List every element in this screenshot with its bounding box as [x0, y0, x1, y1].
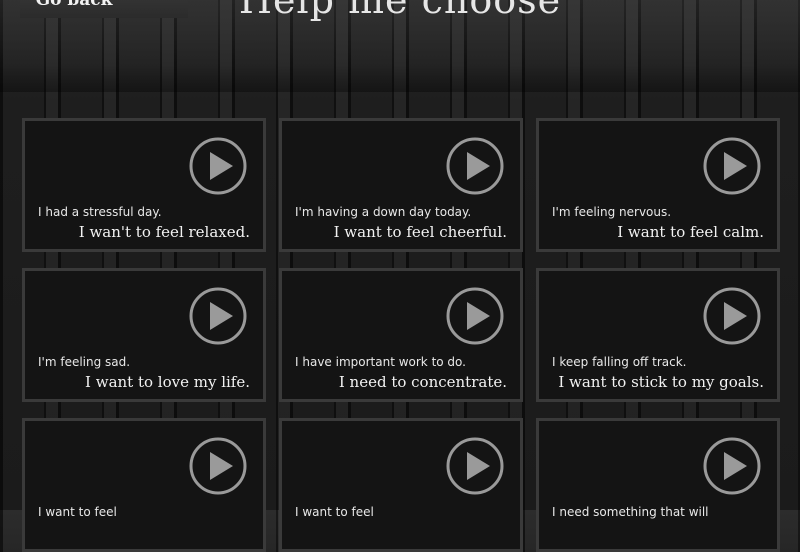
- choice-grid: I had a stressful day. I wan't to feel r…: [22, 118, 780, 552]
- play-icon[interactable]: [703, 137, 761, 195]
- card-situation: I have important work to do.: [295, 355, 466, 369]
- card-situation: I'm having a down day today.: [295, 205, 472, 219]
- choice-card[interactable]: I'm feeling sad. I want to love my life.: [22, 268, 266, 402]
- card-situation: I want to feel: [295, 505, 374, 519]
- card-situation: I'm feeling nervous.: [552, 205, 672, 219]
- card-goal: I want to stick to my goals.: [558, 373, 764, 391]
- choice-card[interactable]: I had a stressful day. I wan't to feel r…: [22, 118, 266, 252]
- choice-card[interactable]: I keep falling off track. I want to stic…: [536, 268, 780, 402]
- card-goal: I wan't to feel relaxed.: [78, 223, 250, 241]
- play-icon[interactable]: [446, 437, 504, 495]
- play-icon[interactable]: [189, 137, 247, 195]
- card-goal: I want to feel calm.: [617, 223, 764, 241]
- card-situation: I'm feeling sad.: [38, 355, 131, 369]
- play-icon[interactable]: [189, 437, 247, 495]
- choice-card[interactable]: I need something that will: [536, 418, 780, 552]
- card-situation: I want to feel: [38, 505, 117, 519]
- choice-card[interactable]: I want to feel: [22, 418, 266, 552]
- choice-card[interactable]: I have important work to do. I need to c…: [279, 268, 523, 402]
- play-icon[interactable]: [446, 287, 504, 345]
- choice-card[interactable]: I'm feeling nervous. I want to feel calm…: [536, 118, 780, 252]
- card-goal: I want to feel cheerful.: [333, 223, 507, 241]
- card-goal: I want to love my life.: [85, 373, 250, 391]
- card-goal: I need to concentrate.: [338, 373, 507, 391]
- choice-card[interactable]: I'm having a down day today. I want to f…: [279, 118, 523, 252]
- card-situation: I need something that will: [552, 505, 709, 519]
- play-icon[interactable]: [703, 437, 761, 495]
- play-icon[interactable]: [703, 287, 761, 345]
- choice-card[interactable]: I want to feel: [279, 418, 523, 552]
- play-icon[interactable]: [189, 287, 247, 345]
- card-situation: I keep falling off track.: [552, 355, 687, 369]
- play-icon[interactable]: [446, 137, 504, 195]
- page-title: Help me choose: [238, 0, 562, 22]
- card-situation: I had a stressful day.: [38, 205, 162, 219]
